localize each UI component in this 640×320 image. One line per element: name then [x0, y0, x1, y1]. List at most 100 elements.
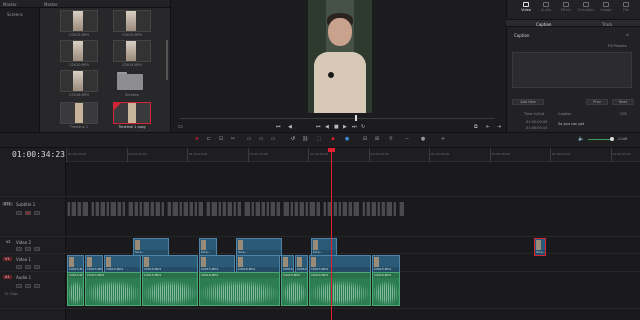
audio-clip[interactable]: C0016.MP4 — [199, 272, 280, 306]
subtitle-clip[interactable] — [179, 202, 182, 216]
subtitle-clip[interactable] — [100, 202, 105, 216]
zoom-detail-icon[interactable]: ⊞ — [374, 137, 380, 142]
selection-tool-icon[interactable]: ➤ — [194, 137, 200, 142]
subtitle-clip[interactable] — [316, 202, 320, 216]
position-lock-icon[interactable]: ⬚ — [316, 137, 322, 142]
video2-clip[interactable]: Scre... — [311, 238, 337, 256]
subtitle-clip[interactable] — [71, 202, 76, 216]
subtitle-clip[interactable] — [161, 202, 164, 216]
audio-clip[interactable]: C0015.MP4 — [85, 272, 141, 306]
track-monitor-icon[interactable] — [25, 247, 31, 251]
video1-clip[interactable]: C0015.M... — [67, 255, 84, 273]
subtitle-clip[interactable] — [110, 202, 116, 216]
track-lock-icon[interactable] — [16, 284, 22, 288]
video1-clip[interactable]: C0016.MP4 — [142, 255, 198, 273]
add-new-button[interactable]: Add New — [512, 99, 544, 105]
viewer-scrub-handle[interactable] — [355, 115, 357, 121]
track-lock-icon[interactable] — [16, 247, 22, 251]
subtitle-clip[interactable] — [244, 202, 250, 216]
trim-tool-icon[interactable]: ⊏ — [206, 137, 212, 142]
match-frame-icon[interactable]: ⧉ — [474, 124, 478, 130]
subtitle-clip[interactable] — [338, 202, 341, 216]
subtitle-clip[interactable] — [206, 202, 210, 216]
video2-clip[interactable]: Scre... — [133, 238, 169, 256]
subtitle-clip[interactable] — [261, 202, 265, 216]
track-mute-icon[interactable] — [34, 284, 40, 288]
subtitle-clip[interactable] — [366, 202, 370, 216]
jump-first-icon[interactable]: ⏮ — [316, 124, 321, 130]
subtitle-clip[interactable] — [309, 202, 315, 216]
play-reverse-icon[interactable]: ◀ — [325, 124, 329, 130]
bin-item-screens[interactable]: Screens — [7, 12, 23, 17]
subtitle-clip[interactable] — [266, 202, 269, 216]
snapping-icon[interactable]: ↺ — [290, 137, 296, 142]
subtitle-clip[interactable] — [155, 202, 160, 216]
viewer-scrubber[interactable] — [180, 118, 495, 119]
subtitle-clip[interactable] — [117, 202, 121, 216]
timeline-thumbnail[interactable] — [60, 102, 98, 124]
subtitle-clip[interactable] — [348, 202, 352, 216]
subtitle-clip[interactable] — [371, 202, 376, 216]
overwrite-clip-icon[interactable]: ▭ — [258, 137, 264, 142]
subtitle-clip[interactable] — [218, 202, 221, 216]
audio-clip[interactable]: C0015.MP4 — [281, 272, 308, 306]
video1-clip[interactable]: C0015.MP4 — [309, 255, 371, 273]
tab-file[interactable]: File — [615, 2, 637, 12]
video1-clip[interactable]: C0015.MP4 — [372, 255, 400, 273]
subtitle-clip[interactable] — [233, 202, 236, 216]
subtitle-clip[interactable] — [270, 202, 275, 216]
subtitle-clip[interactable] — [399, 202, 404, 216]
subtitle-clip[interactable] — [377, 202, 380, 216]
track-visibility-icon[interactable] — [34, 247, 40, 251]
track-visibility-icon[interactable] — [34, 265, 40, 269]
subtitle-clip[interactable] — [128, 202, 133, 216]
video2-clip[interactable]: Scre... — [236, 238, 282, 256]
subtitle-clip[interactable] — [283, 202, 289, 216]
zoom-slider-handle-icon[interactable]: ● — [420, 137, 426, 142]
subtitle-clip[interactable] — [333, 202, 337, 216]
folder-icon[interactable] — [113, 70, 151, 92]
playhead[interactable] — [331, 148, 332, 320]
clip-thumbnail[interactable] — [113, 10, 151, 32]
audio-clip[interactable]: C0015.MP4 — [142, 272, 198, 306]
subtitle-clip[interactable] — [353, 202, 359, 216]
replace-clip-icon[interactable]: ▭ — [270, 137, 276, 142]
subtitle-clip[interactable] — [198, 202, 203, 216]
tab-effect[interactable]: Effect — [555, 2, 577, 12]
clip-thumbnail[interactable] — [60, 10, 98, 32]
mark-out-icon[interactable]: ⇥ — [497, 124, 501, 130]
subtitle-clip[interactable] — [362, 202, 365, 216]
subtitle-clip[interactable] — [386, 202, 392, 216]
track-lock-icon[interactable] — [16, 265, 22, 269]
audio-clip[interactable]: C0016.MP4 — [372, 272, 400, 306]
video1-clip[interactable]: C0015.MP4 — [85, 255, 103, 273]
volume-slider[interactable] — [588, 139, 612, 140]
subtitle-clip[interactable] — [276, 202, 280, 216]
subtitle-clip[interactable] — [211, 202, 217, 216]
subtitle-clip[interactable] — [323, 202, 326, 216]
track-settings-icon[interactable] — [34, 211, 40, 215]
subtitle-clip[interactable] — [299, 202, 304, 216]
play-icon[interactable]: ▶ — [343, 124, 347, 130]
tab-audio[interactable]: Audio — [535, 2, 557, 12]
tab-image[interactable]: Image — [595, 2, 617, 12]
subtitle-clip[interactable] — [150, 202, 154, 216]
zoom-in-icon[interactable]: + — [440, 137, 446, 142]
subtitle-clip[interactable] — [237, 202, 241, 216]
timeline-thumbnail-selected[interactable] — [113, 102, 151, 124]
mark-in-icon[interactable]: ⇤ — [486, 124, 490, 130]
track-monitor-icon[interactable] — [25, 265, 31, 269]
flag-icon[interactable]: ▪ — [330, 137, 336, 142]
audio-clip[interactable]: C0015.M... — [67, 272, 84, 306]
caption-text-area[interactable] — [512, 52, 632, 88]
playhead-handle[interactable] — [328, 148, 335, 152]
subtitle-clip[interactable] — [227, 202, 232, 216]
tab-transition[interactable]: Transition — [575, 2, 597, 12]
subtitle-clip[interactable] — [67, 202, 70, 216]
subtitle-clip[interactable] — [255, 202, 260, 216]
video1-clip[interactable]: C0016.MP4 — [295, 255, 308, 273]
marker-icon[interactable]: ● — [344, 137, 350, 142]
subtitle-clip[interactable] — [222, 202, 226, 216]
zoom-out-icon[interactable]: − — [404, 137, 410, 142]
subtitle-clip[interactable] — [172, 202, 178, 216]
